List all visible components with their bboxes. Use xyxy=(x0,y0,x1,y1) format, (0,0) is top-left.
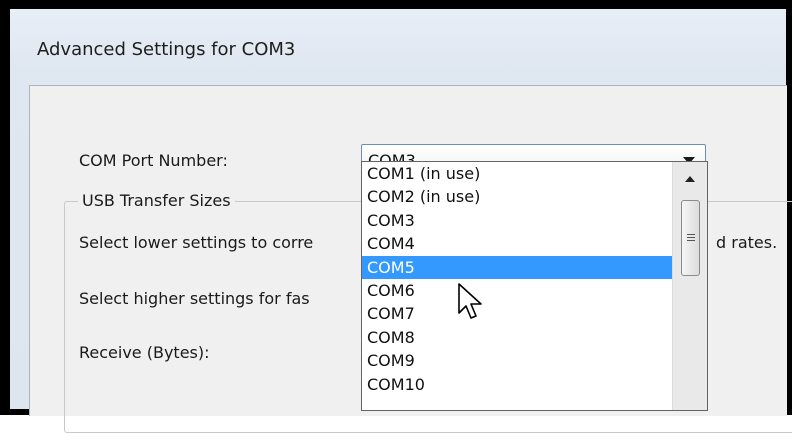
dropdown-option[interactable]: COM10 xyxy=(362,373,672,396)
frame-border-top xyxy=(0,0,792,9)
dropdown-scrollbar[interactable] xyxy=(672,162,707,410)
window-title: Advanced Settings for COM3 xyxy=(37,39,296,60)
dropdown-option[interactable]: COM2 (in use) xyxy=(362,185,672,208)
dropdown-option[interactable]: COM8 xyxy=(362,326,672,349)
receive-bytes-label: Receive (Bytes): xyxy=(79,343,210,362)
higher-settings-text: Select higher settings for fas xyxy=(79,289,310,308)
arrow-up-icon[interactable] xyxy=(685,176,695,182)
com-port-dropdown-list[interactable]: COM1 (in use) COM2 (in use) COM3 COM4 COM5 CO… xyxy=(361,161,708,411)
frame-border-left xyxy=(0,0,10,415)
dropdown-option[interactable]: COM6 xyxy=(362,279,672,302)
dropdown-options: COM1 (in use) COM2 (in use) COM3 COM4 COM5 CO… xyxy=(362,162,672,396)
scrollbar-thumb[interactable] xyxy=(681,200,700,276)
dropdown-option[interactable]: COM3 xyxy=(362,209,672,232)
lower-settings-text: Select lower settings to corre xyxy=(79,233,314,252)
com-port-label: COM Port Number: xyxy=(79,151,228,170)
grip-line xyxy=(687,240,695,241)
dropdown-option[interactable]: COM1 (in use) xyxy=(362,162,672,185)
pointer-cursor-icon xyxy=(458,283,482,319)
usb-transfer-group-title: USB Transfer Sizes xyxy=(78,191,235,210)
grip-line xyxy=(687,237,695,238)
lower-settings-text-tail: d rates. xyxy=(716,233,778,252)
dropdown-option[interactable]: COM4 xyxy=(362,232,672,255)
dropdown-option[interactable]: COM7 xyxy=(362,302,672,325)
dropdown-option[interactable]: COM9 xyxy=(362,349,672,372)
dropdown-option[interactable]: COM5 xyxy=(362,255,672,279)
grip-line xyxy=(687,234,695,235)
